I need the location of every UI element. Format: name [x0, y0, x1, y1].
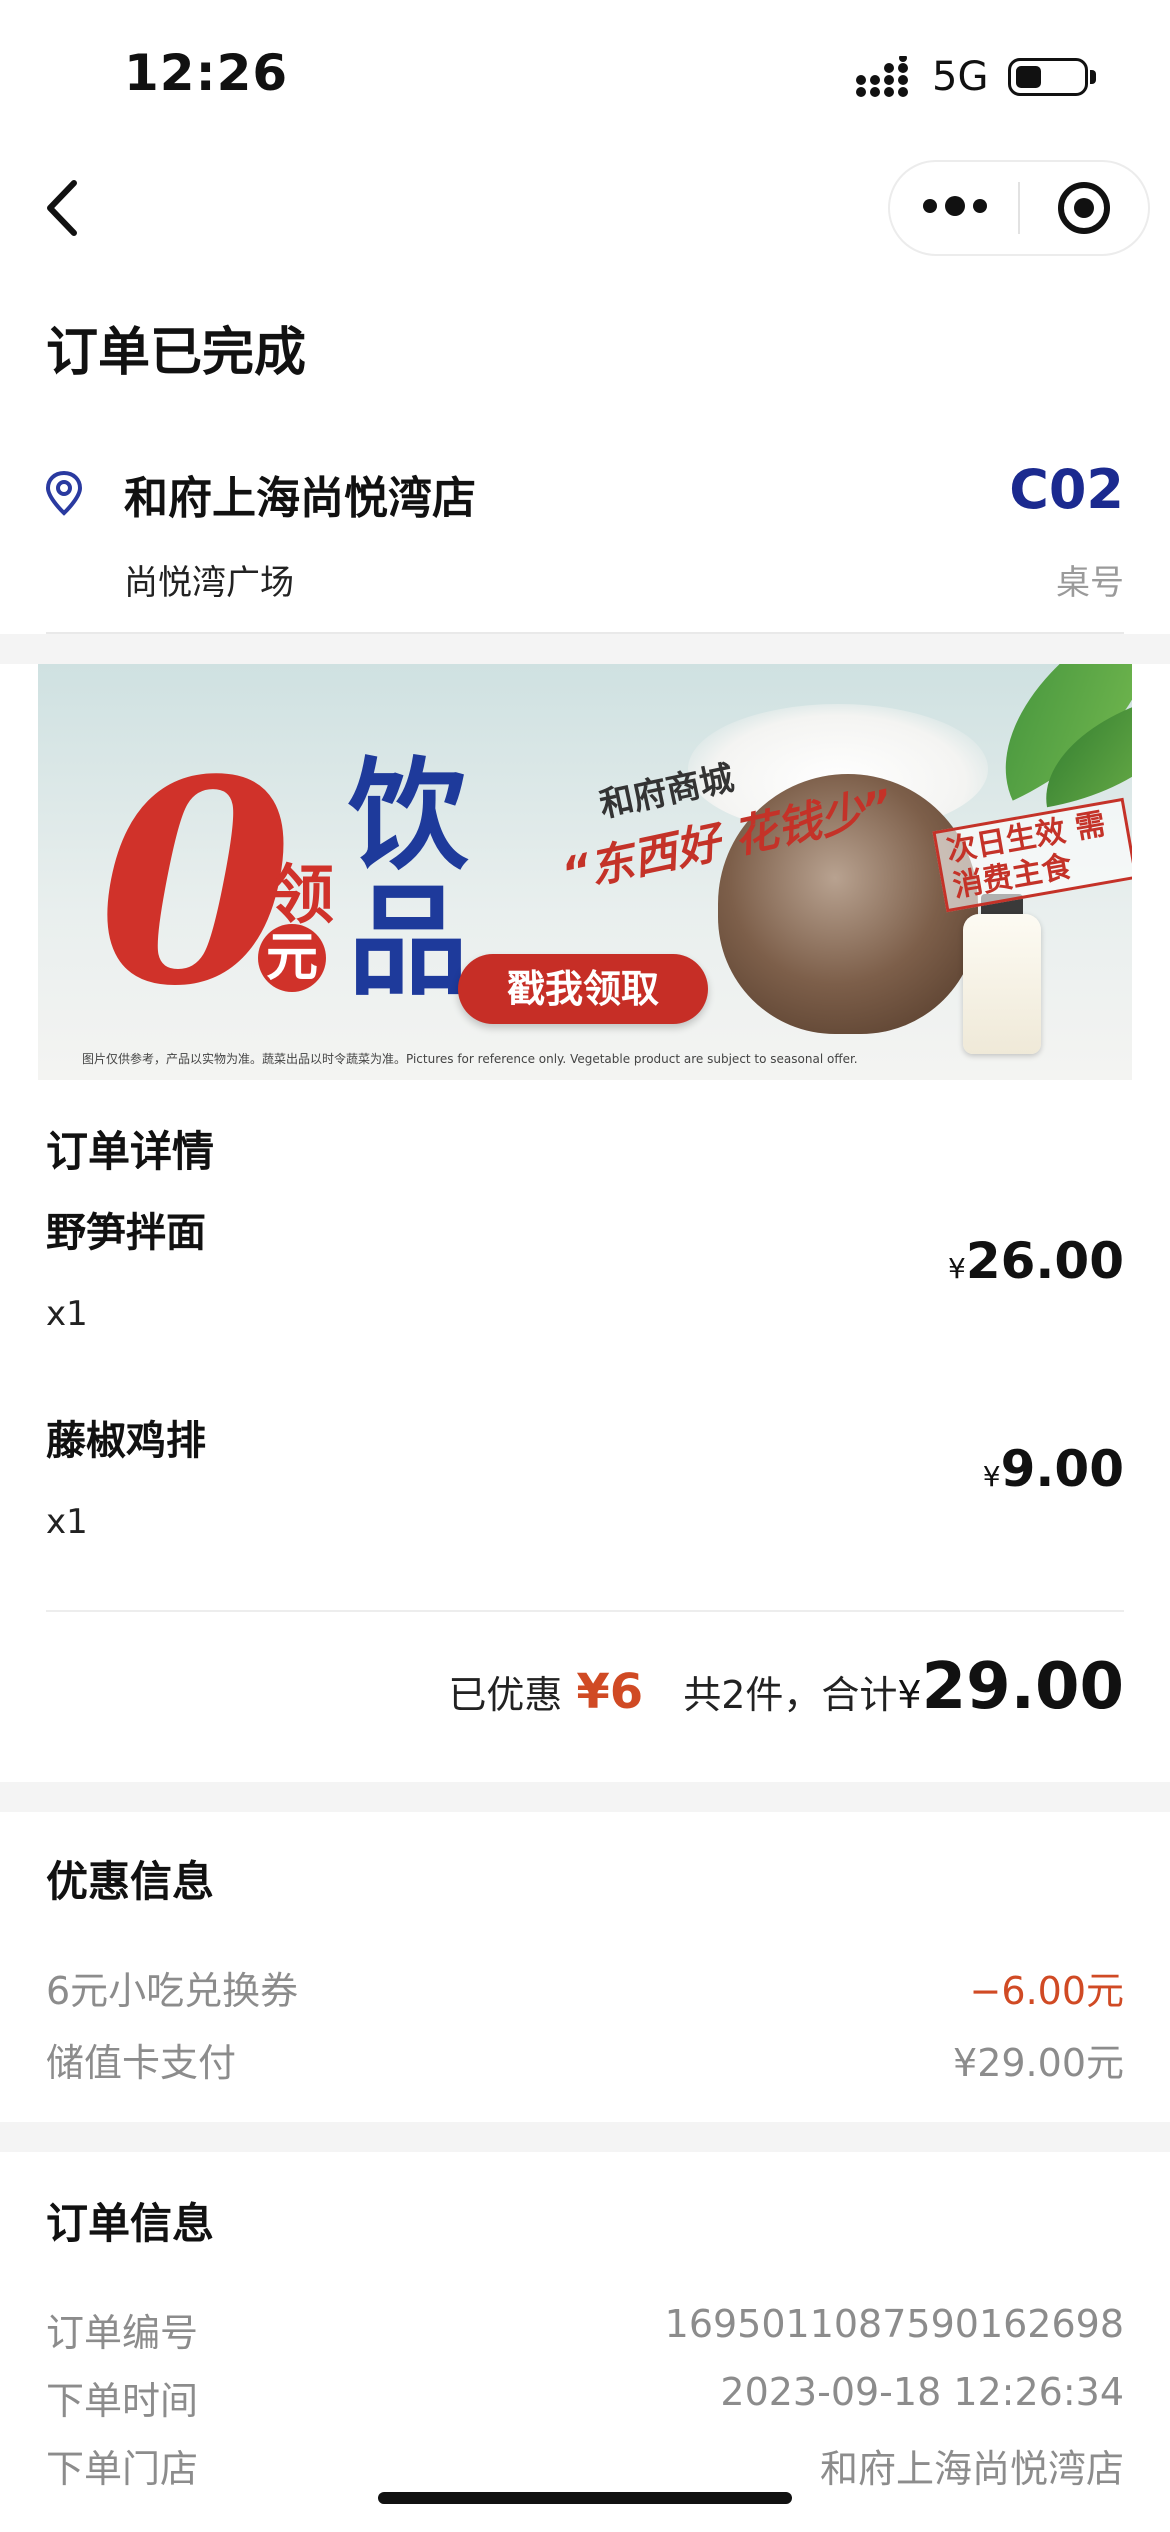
order-number-label: 订单编号 [46, 2311, 199, 2355]
order-total-row: 已优惠 ¥6 共2件，合计¥29.00 [448, 1650, 1124, 1724]
divider [46, 1610, 1124, 1612]
item-qty: x1 [46, 1502, 88, 1542]
item-price: ¥9.00 [983, 1440, 1124, 1498]
banner-yuan: 元 [258, 924, 326, 992]
status-time: 12:26 [124, 44, 289, 102]
order-number-value: 1695011087590162698 [664, 2302, 1124, 2346]
close-target-icon[interactable] [1056, 180, 1112, 236]
section-gap [0, 1782, 1170, 1812]
order-time-value: 2023-09-18 12:26:34 [720, 2370, 1124, 2414]
more-options-icon[interactable] [920, 186, 990, 226]
banner-tag: 次日生效 需消费主食 [932, 797, 1132, 913]
item-price: ¥26.00 [948, 1232, 1124, 1290]
banner-disclaimer: 图片仅供参考，产品以实物为准。蔬菜出品以时令蔬菜为准。Pictures for … [82, 1052, 858, 1066]
store-name: 和府上海尚悦湾店 [124, 473, 476, 524]
capsule-divider [1018, 182, 1020, 234]
banner-zero: 0 [98, 719, 293, 1048]
discount-value: ¥6 [576, 1664, 644, 1720]
count-label: 共2件，合计 [683, 1673, 898, 1717]
item-price-value: 26.00 [965, 1232, 1124, 1290]
currency-symbol: ¥ [948, 1252, 966, 1285]
bottle-image [963, 914, 1041, 1054]
battery-nub [1090, 70, 1096, 84]
battery-icon [1008, 58, 1088, 96]
signal-icon [856, 56, 908, 97]
order-store-label: 下单门店 [46, 2447, 199, 2491]
banner-ling: 领 [270, 859, 334, 933]
home-indicator[interactable] [378, 2492, 792, 2504]
section-gap [0, 2122, 1170, 2152]
store-address: 尚悦湾广场 [124, 563, 294, 603]
banner-cta-button[interactable]: 戳我领取 [458, 954, 708, 1024]
currency-symbol: ¥ [897, 1673, 922, 1717]
total-value: 29.00 [921, 1650, 1124, 1724]
discount-row-value: −6.00元 [969, 1969, 1124, 2013]
order-time-label: 下单时间 [46, 2379, 199, 2423]
discount-label: 已优惠 [448, 1673, 563, 1717]
item-qty: x1 [46, 1294, 88, 1334]
discount-info-title: 优惠信息 [46, 1857, 215, 1906]
item-name: 藤椒鸡排 [46, 1418, 206, 1464]
location-pin-icon [45, 470, 83, 516]
payment-row-value: ¥29.00元 [953, 2041, 1124, 2085]
currency-symbol: ¥ [982, 1460, 1001, 1493]
order-details-title: 订单详情 [46, 1127, 215, 1176]
back-arrow-icon[interactable] [38, 175, 88, 241]
order-info-title: 订单信息 [46, 2199, 215, 2248]
promo-banner[interactable]: 0 领 元 饮品 和府商城 “东西好 花钱少” 戳我领取 次日生效 需消费主食 … [38, 664, 1132, 1080]
table-code: C02 [1009, 458, 1124, 521]
payment-row-label: 储值卡支付 [46, 2041, 237, 2085]
section-gap [0, 634, 1170, 664]
order-store-value: 和府上海尚悦湾店 [819, 2447, 1124, 2491]
page-title: 订单已完成 [46, 323, 307, 383]
discount-row-label: 6元小吃兑换券 [46, 1969, 299, 2013]
table-label: 桌号 [1056, 563, 1124, 603]
item-price-value: 9.00 [1000, 1440, 1124, 1498]
item-name: 野笋拌面 [46, 1210, 206, 1256]
network-label: 5G [932, 54, 989, 100]
